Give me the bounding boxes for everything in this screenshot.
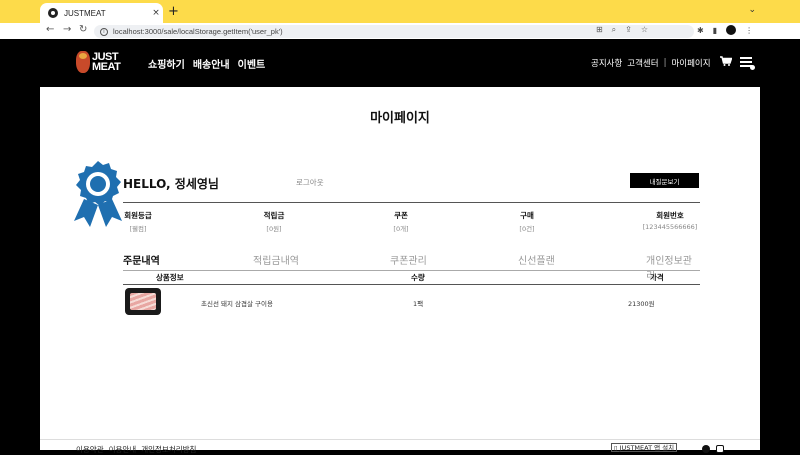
logo-text-line2: MEAT bbox=[92, 61, 121, 73]
divider bbox=[123, 284, 700, 285]
extensions-puzzle-icon[interactable]: ✱ bbox=[697, 26, 704, 35]
table-row[interactable]: 초신선 돼지 삼겹살 구이용 1팩 21300원 bbox=[123, 288, 700, 318]
page-title: 마이페이지 bbox=[370, 111, 430, 126]
mypage-content: 마이페이지 HELLO, 정세영님 로그아웃 내질문보기 회원등급 [웰컴] 적… bbox=[40, 87, 760, 439]
column-header-price: 가격 bbox=[650, 273, 664, 282]
social-circle-icon[interactable] bbox=[702, 445, 710, 453]
new-tab-button[interactable]: + bbox=[168, 4, 179, 19]
stat-member-number: 회원번호 [123445566666] bbox=[640, 210, 700, 231]
my-inquiries-button[interactable]: 내질문보기 bbox=[630, 173, 699, 188]
address-url: localhost:3000/sale/localStorage.getItem… bbox=[113, 27, 283, 36]
nav-shopping[interactable]: 쇼핑하기 bbox=[148, 56, 185, 71]
tab-fresh-plan[interactable]: 신선플랜 bbox=[518, 252, 555, 267]
stat-label: 적립금 bbox=[263, 211, 285, 220]
divider bbox=[123, 270, 700, 271]
back-icon[interactable]: ← bbox=[46, 24, 54, 35]
nav-delivery-info[interactable]: 배송안내 bbox=[193, 56, 230, 71]
nav-mypage[interactable]: 마이페이지 bbox=[671, 57, 710, 69]
instagram-icon[interactable] bbox=[716, 445, 724, 453]
hamburger-menu-icon[interactable] bbox=[740, 57, 755, 70]
site: JUST MEAT 쇼핑하기 배송안내 이벤트 공지사항 고객센터 | 마이페이… bbox=[0, 39, 800, 454]
tab-strip: JUSTMEAT × + ⌄ bbox=[0, 0, 800, 23]
site-info-icon[interactable]: i bbox=[100, 27, 108, 36]
greeting: HELLO, 정세영님 bbox=[123, 177, 219, 191]
column-header-product: 상품정보 bbox=[156, 273, 184, 282]
product-thumbnail[interactable] bbox=[125, 288, 161, 315]
member-ribbon-badge-icon bbox=[74, 161, 122, 227]
cart-icon[interactable] bbox=[720, 56, 732, 66]
justmeat-logo[interactable]: JUST MEAT bbox=[76, 51, 121, 73]
site-header: JUST MEAT 쇼핑하기 배송안내 이벤트 공지사항 고객센터 | 마이페이… bbox=[0, 39, 800, 87]
nav-event[interactable]: 이벤트 bbox=[238, 56, 266, 71]
nav-separator: | bbox=[663, 58, 667, 68]
zoom-icon[interactable]: ⌕ bbox=[612, 25, 616, 35]
column-header-quantity: 수량 bbox=[411, 273, 425, 282]
site-footer: 이용약관 이용안내 개인정보처리방침 ▯ JUSTMEAT 앱 설치 bbox=[40, 439, 760, 454]
stat-points: 적립금 [0원] bbox=[259, 210, 289, 233]
stat-value: [0건] bbox=[519, 225, 535, 233]
member-stats: 회원등급 [웰컴] 적립금 [0원] 쿠폰 [0개] 구매 [0건] 회원번호 bbox=[123, 210, 700, 233]
logout-link[interactable]: 로그아웃 bbox=[296, 177, 324, 188]
toolbar-extension-area bbox=[760, 23, 800, 39]
product-name[interactable]: 초신선 돼지 삼겹살 구이용 bbox=[201, 298, 273, 308]
tab-search-chevron-icon[interactable]: ⌄ bbox=[748, 5, 756, 15]
favicon-icon bbox=[48, 8, 58, 18]
stat-coupons: 쿠폰 [0개] bbox=[389, 210, 413, 233]
stat-value: [123445566666] bbox=[642, 223, 698, 231]
tab-order-history[interactable]: 주문내역 bbox=[123, 252, 160, 267]
stat-purchases: 구매 [0건] bbox=[515, 210, 539, 233]
product-quantity: 1팩 bbox=[413, 300, 424, 308]
tab-title: JUSTMEAT bbox=[64, 8, 106, 18]
order-table-header: 상품정보 수량 가격 bbox=[123, 272, 700, 282]
tab-close-icon[interactable]: × bbox=[149, 8, 163, 18]
stat-label: 쿠폰 bbox=[394, 211, 408, 220]
forward-icon[interactable]: → bbox=[63, 24, 71, 35]
stat-value: [0개] bbox=[393, 225, 409, 233]
stat-label: 회원번호 bbox=[656, 211, 684, 220]
reload-icon[interactable]: ↻ bbox=[79, 24, 87, 35]
bookmark-star-icon[interactable]: ☆ bbox=[641, 25, 648, 35]
tab-coupon-management[interactable]: 쿠폰관리 bbox=[390, 252, 427, 267]
stat-value: [0원] bbox=[266, 225, 282, 233]
profile-avatar[interactable] bbox=[726, 25, 737, 35]
share-icon[interactable]: ⇪ bbox=[625, 25, 632, 35]
browser-toolbar: ← → ↻ i localhost:3000/sale/localStorage… bbox=[0, 23, 760, 39]
browser-window: JUSTMEAT × + ⌄ ← → ↻ i localhost:3000/sa… bbox=[0, 0, 800, 454]
stat-label: 구매 bbox=[520, 211, 534, 220]
browser-menu-icon[interactable]: ⋮ bbox=[745, 26, 753, 35]
chicken-logo-icon bbox=[76, 51, 90, 73]
nav-notice[interactable]: 공지사항 bbox=[591, 57, 622, 69]
stat-value: [웰컴] bbox=[129, 225, 147, 233]
mypage-tabs: 주문내역 적립금내역 쿠폰관리 신선플랜 개인정보관리 bbox=[123, 252, 700, 282]
stat-grade: 회원등급 [웰컴] bbox=[123, 210, 153, 233]
browser-tab[interactable]: JUSTMEAT × bbox=[40, 3, 163, 23]
tab-points-history[interactable]: 적립금내역 bbox=[253, 252, 299, 267]
install-app-button[interactable]: ▯ JUSTMEAT 앱 설치 bbox=[611, 443, 678, 452]
divider bbox=[123, 202, 700, 203]
nav-customer-center[interactable]: 고객센터 bbox=[627, 57, 658, 69]
product-price: 21300원 bbox=[628, 300, 655, 308]
side-panel-icon[interactable]: ▮ bbox=[713, 26, 717, 35]
stat-label: 회원등급 bbox=[124, 211, 152, 220]
utility-nav: 공지사항 고객센터 | 마이페이지 bbox=[591, 57, 711, 69]
main-nav: 쇼핑하기 배송안내 이벤트 bbox=[148, 56, 265, 71]
translate-icon[interactable]: ⊞ bbox=[596, 25, 603, 35]
